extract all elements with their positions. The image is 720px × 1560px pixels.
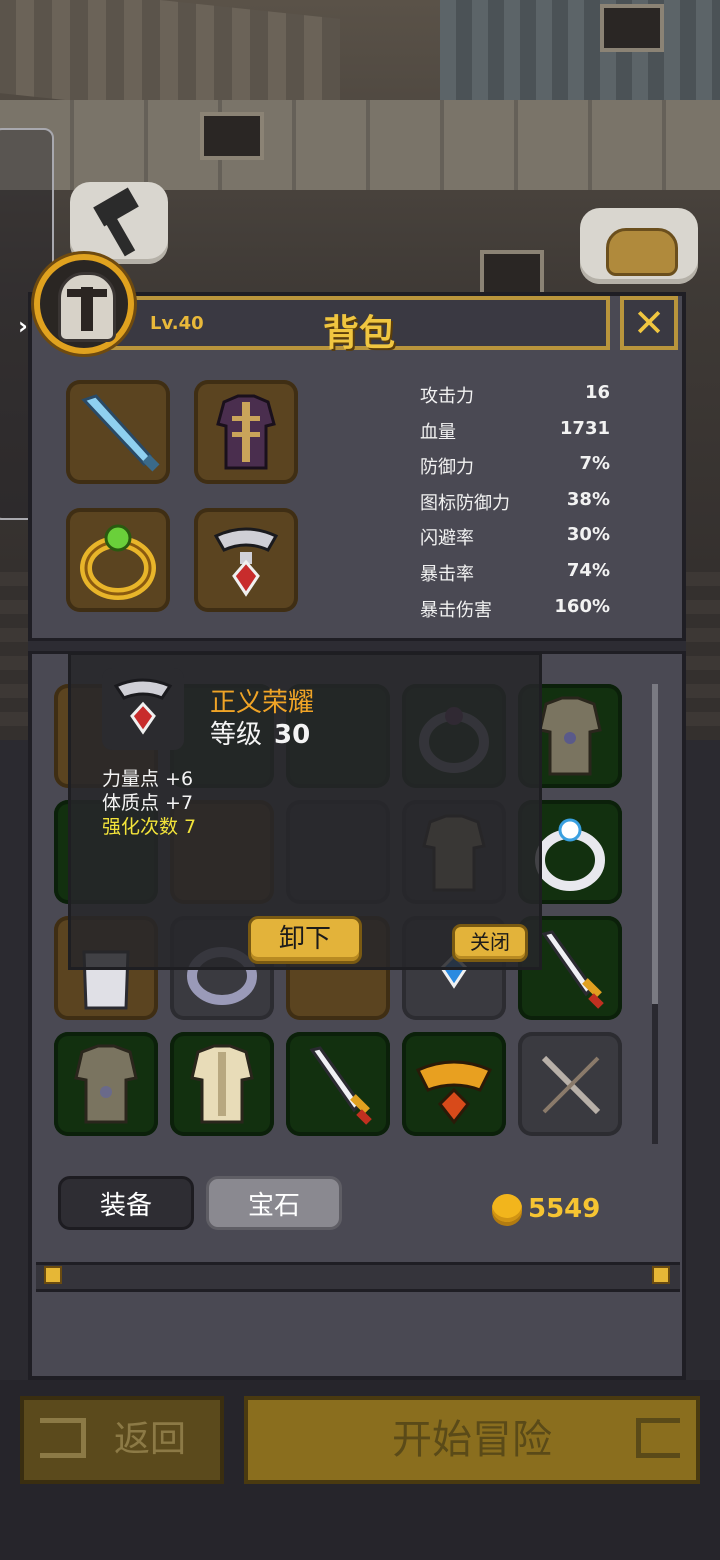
item-stat-enhance: 强化次数 7 (102, 816, 197, 838)
stat-row-crit-damage: 暴击伤害 160% (420, 596, 610, 618)
panel-bottom-bar (36, 1262, 680, 1292)
inventory-slot[interactable] (170, 1032, 274, 1136)
stat-label: 血量 (420, 421, 456, 443)
knight-helmet-icon (58, 272, 116, 342)
stat-row-dodge: 闪避率 30% (420, 524, 610, 560)
inventory-slot[interactable] (518, 1032, 622, 1136)
equipped-necklace-slot[interactable] (194, 508, 298, 612)
item-level-label: 等级 (210, 720, 263, 750)
stat-value: 74% (566, 559, 610, 581)
unequip-button[interactable]: 卸下 (248, 916, 362, 964)
tooltip-item-slot (102, 668, 184, 750)
forge-button[interactable] (70, 182, 168, 264)
stat-row-defense: 防御力 7% (420, 453, 610, 489)
start-label: 开始冒险 (392, 1417, 552, 1463)
enter-icon (636, 1418, 680, 1458)
stat-label: 暴击率 (420, 563, 474, 585)
start-adventure-button[interactable]: 开始冒险 (244, 1396, 700, 1484)
equipped-weapon-slot[interactable] (66, 380, 170, 484)
tab-equipment[interactable]: 装备 (58, 1176, 194, 1230)
stat-value: 38% (566, 488, 610, 510)
ruby-necklace-icon (213, 527, 279, 597)
chevron-right-icon[interactable]: › (18, 312, 28, 340)
item-stat-strength: 力量点 +6 (102, 768, 194, 790)
item-level-value: 30 (274, 720, 311, 750)
close-button[interactable]: ✕ (620, 296, 678, 350)
cloth-armor-icon (190, 1044, 254, 1124)
exit-icon (40, 1418, 86, 1458)
player-level: Lv.40 (150, 313, 204, 334)
equipped-ring-slot[interactable] (66, 508, 170, 612)
item-stat-constitution: 体质点 +7 (102, 792, 194, 814)
stats-list: 攻击力 16 血量 1731 防御力 7% 图标防御力 38% 闪避率 30% … (420, 382, 610, 618)
tab-gems[interactable]: 宝石 (206, 1176, 342, 1230)
crossed-daggers-icon (541, 1055, 601, 1115)
stat-label: 闪避率 (420, 528, 474, 550)
sword-icon (309, 1046, 372, 1125)
stat-value: 1731 (559, 417, 610, 439)
avatar[interactable] (34, 254, 134, 354)
inventory-slot[interactable] (402, 1032, 506, 1136)
stat-row-attack: 攻击力 16 (420, 382, 610, 418)
robe-armor-icon (216, 394, 276, 470)
back-button[interactable]: 返回 (20, 1396, 224, 1484)
stat-row-icon-defense: 图标防御力 38% (420, 489, 610, 525)
inventory-slot[interactable] (286, 1032, 390, 1136)
inventory-slot[interactable] (54, 1032, 158, 1136)
scroll-thumb[interactable] (652, 684, 658, 1004)
tooltip-close-button[interactable]: 关闭 (452, 924, 528, 962)
tunic-armor-icon (74, 1044, 138, 1124)
rivet-icon (652, 1266, 670, 1284)
dagger-icon (81, 394, 160, 472)
stat-value: 30% (566, 524, 610, 546)
stat-label: 图标防御力 (420, 492, 510, 514)
stat-label: 攻击力 (420, 386, 474, 407)
stat-label: 防御力 (420, 457, 474, 479)
stat-value: 160% (554, 595, 610, 617)
gold-amount: 5549 (528, 1194, 601, 1224)
back-label: 返回 (114, 1419, 187, 1460)
amber-necklace-icon (415, 1060, 493, 1125)
rivet-icon (44, 1266, 62, 1284)
stat-value: 7% (579, 453, 610, 475)
money-bag-icon (606, 228, 678, 276)
gold-coin-icon (492, 1194, 522, 1222)
item-level: 等级 30 (210, 714, 310, 751)
stat-label: 暴击伤害 (420, 599, 492, 618)
emerald-ring-icon (80, 524, 156, 600)
stat-row-crit-rate: 暴击率 74% (420, 560, 610, 596)
loot-bag-button[interactable] (580, 208, 698, 284)
ruby-necklace-icon (113, 678, 173, 735)
stat-row-hp: 血量 1731 (420, 418, 610, 454)
stat-value: 16 (584, 382, 610, 403)
equipped-armor-slot[interactable] (194, 380, 298, 484)
